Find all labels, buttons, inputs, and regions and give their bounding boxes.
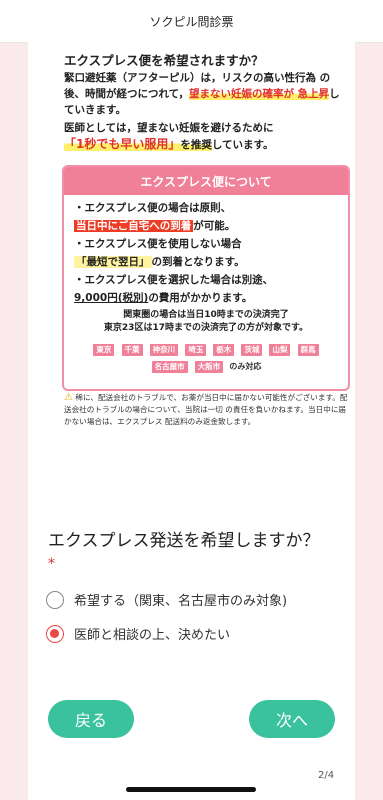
bullet1-text-a: ・エクスプレス便の場合は原則、 (74, 202, 232, 214)
back-button[interactable]: 戻る (48, 700, 134, 738)
radio-button-selected[interactable] (46, 624, 64, 643)
area-tag: 栃木 (213, 344, 235, 356)
express-info-paragraph-1: 緊口避妊薬（アフターピル）は，リスクの高い性行為 の後、時間が経つにつれて，望ま… (64, 70, 349, 118)
express-info-paragraph-2: 医師としては，望まない妊娠を避けるために 「1秒でも早い服用」を推奨しています。 (64, 120, 349, 153)
express-note-1: 関東圏の場合は当日10時までの決済完了 (123, 310, 289, 320)
para2-recommend: を推奨 (180, 139, 212, 151)
area-tag: 茨城 (241, 344, 263, 356)
bullet2-highlight: 「最短で翌日」 (74, 256, 152, 268)
area-tag: 埼玉 (185, 344, 207, 356)
area-tag: 千葉 (121, 344, 143, 356)
bullet3-text-a: ・エクスプレス便を選択した場合は別途、 (74, 274, 274, 286)
express-box-title: エクスプレス便について (64, 167, 348, 195)
para2-text-a: 医師としては，望まない妊娠を避けるために (64, 122, 274, 134)
express-bullet-1: ・エクスプレス便の場合は原則、 当日中にご自宅への到着 が可能。 (74, 199, 344, 235)
para1-highlight: 望まない妊娠の確率が 急上昇 (188, 88, 330, 100)
page-indicator: 2/4 (318, 770, 335, 781)
required-marker: * (48, 556, 55, 572)
bullet2-text-a: ・エクスプレス便を使用しない場合 (74, 238, 242, 250)
question-label: エクスプレス発送を希望しますか？ (48, 531, 320, 551)
area-tag: 神奈川 (149, 344, 179, 356)
warning-text: 稀に、配送会社のトラブルで、お薬が当日中に届かない可能性がございます。配送会社の… (64, 393, 348, 426)
express-bullet-3: ・エクスプレス便を選択した場合は別途、 9,000円(税別)の費用がかかります。 (74, 271, 344, 307)
area-tag: 大阪市 (194, 361, 224, 373)
form-panel: エクスプレス便を希望されますか？ 緊口避妊薬（アフターピル）は，リスクの高い性行… (28, 42, 355, 800)
bullet1-text-c: が可能。 (193, 220, 236, 232)
express-note-2: 東京23区は17時までの決済完了の方が対象です。 (103, 323, 309, 333)
page-title: ソクピル問診票 (149, 14, 234, 29)
option-label: 医師と相談の上、決めたい (74, 628, 231, 643)
bullet3-highlight: 9,000円(税別) (74, 292, 149, 304)
area-tags: 東京 千葉 神奈川 埼玉 栃木 茨城 山梨 群馬 名古屋市 大阪市 のみ対応 (64, 339, 348, 374)
para2-text-d: しています。 (211, 139, 274, 151)
header-bar: ソクピル問診票 (0, 0, 383, 43)
para2-highlight: 「1秒でも早い服用」 (64, 137, 181, 151)
bullet1-highlight: 当日中にご自宅への到着 (74, 220, 194, 232)
bullet2-text-c: の到着となります。 (151, 256, 245, 268)
area-tag: 名古屋市 (151, 361, 188, 373)
option-label: 希望する（関東、名古屋市のみ対象) (74, 594, 288, 609)
express-info-title: エクスプレス便を希望されますか？ (64, 53, 264, 68)
express-bullet-2: ・エクスプレス便を使用しない場合 「最短で翌日」 の到着となります。 (74, 235, 344, 271)
radio-button[interactable] (46, 590, 64, 609)
area-tag: 山梨 (269, 344, 291, 356)
express-notes: 関東圏の場合は当日10時までの決済完了 東京23区は17時までの決済完了の方が対… (64, 309, 348, 335)
area-tag: 東京 (93, 344, 115, 356)
next-button[interactable]: 次へ (249, 700, 335, 738)
express-delivery-box: エクスプレス便について ・エクスプレス便の場合は原則、 当日中にご自宅への到着が… (62, 165, 350, 391)
area-tag: 群馬 (297, 344, 319, 356)
bullet3-text-c: の費用がかかります。 (148, 292, 253, 304)
area-suffix: のみ対応 (229, 362, 262, 371)
option-wish-express[interactable]: 希望する（関東、名古屋市のみ対象) (46, 590, 287, 609)
home-indicator (126, 787, 256, 792)
delivery-warning: ⚠ 稀に、配送会社のトラブルで、お薬が当日中に届かない可能性がございます。配送会… (64, 392, 348, 428)
warning-icon: ⚠ (64, 392, 73, 403)
option-consult-doctor[interactable]: 医師と相談の上、決めたい (46, 624, 230, 643)
express-box-body: ・エクスプレス便の場合は原則、 当日中にご自宅への到着 が可能。 ・エクスプレス便… (74, 199, 344, 307)
